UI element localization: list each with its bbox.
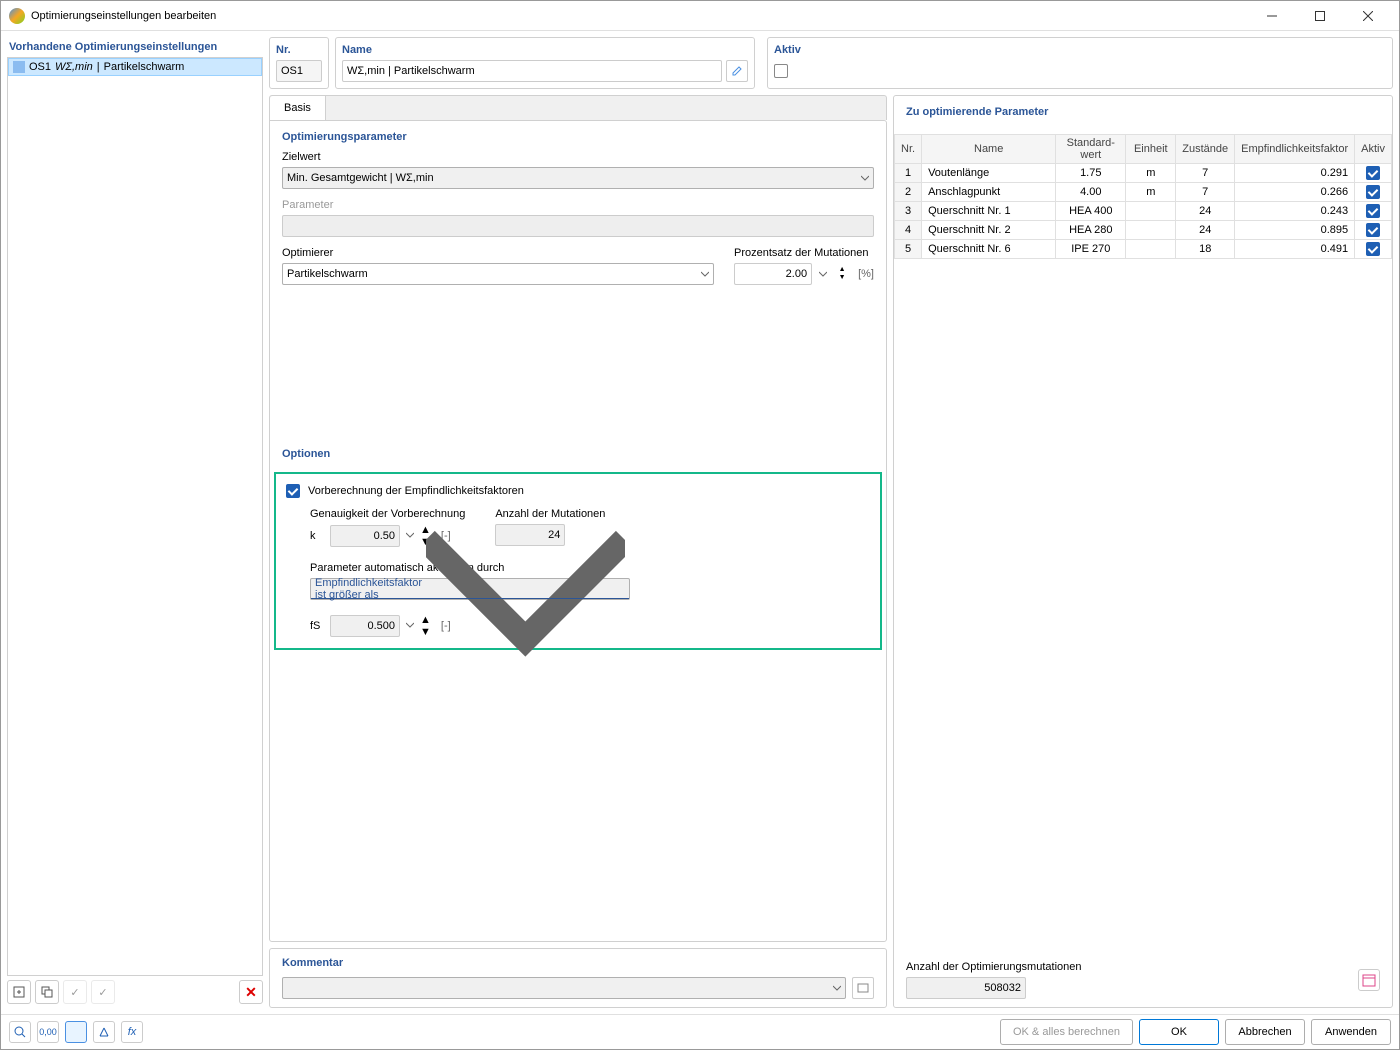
footer-toolbar: 0,00 fx OK & alles berechnen OK Abbreche… — [1, 1014, 1399, 1049]
structure-icon[interactable] — [93, 1021, 115, 1043]
dialog-window: Optimierungseinstellungen bearbeiten Vor… — [0, 0, 1400, 1050]
mutation-unit: [%] — [858, 268, 874, 280]
name-input[interactable]: WΣ,min | Partikelschwarm — [342, 60, 722, 82]
table-row[interactable]: 5Querschnitt Nr. 6IPE 270180.491 — [895, 240, 1392, 259]
aktiv-label: Aktiv — [774, 44, 1386, 56]
mutation-pct-label: Prozentsatz der Mutationen — [734, 247, 874, 259]
chevron-down-icon[interactable] — [816, 263, 830, 285]
k-label: k — [310, 530, 324, 542]
mutation-count-value: 508032 — [906, 977, 1026, 999]
table-row[interactable]: 4Querschnitt Nr. 2HEA 280240.895 — [895, 221, 1392, 240]
params-table-title: Zu optimierende Parameter — [894, 96, 1392, 118]
chevron-down-icon[interactable] — [406, 620, 414, 632]
new-button[interactable] — [7, 980, 31, 1004]
settings-tree[interactable]: OS1 WΣ,min | Partikelschwarm — [7, 58, 263, 976]
nr-label: Nr. — [276, 44, 322, 56]
minimize-button[interactable] — [1249, 1, 1295, 31]
tree-item-id: OS1 — [29, 61, 51, 73]
tree-item-symbol: WΣ,min — [55, 61, 93, 73]
cancel-button[interactable]: Abbrechen — [1225, 1019, 1305, 1045]
mutation-count-label: Anzahl der Optimierungsmutationen — [906, 961, 1081, 973]
mutation-pct-spinner[interactable]: 2.00 ▲▼ [%] — [734, 263, 874, 285]
ok-calc-button: OK & alles berechnen — [1000, 1019, 1133, 1045]
row-aktiv-checkbox[interactable] — [1366, 166, 1380, 180]
tree-item-sep: | — [97, 61, 100, 73]
table-row[interactable]: 1Voutenlänge1.75m70.291 — [895, 164, 1392, 183]
nr-group: Nr. OS1 — [269, 37, 329, 89]
zielwert-label: Zielwert — [282, 151, 874, 163]
tool-button-1: ✓ — [63, 980, 87, 1004]
delete-button[interactable]: ✕ — [239, 980, 263, 1004]
edit-name-button[interactable] — [726, 60, 748, 82]
copy-button[interactable] — [35, 980, 59, 1004]
tree-item-type: Partikelschwarm — [104, 61, 185, 73]
box-icon[interactable] — [65, 1021, 87, 1043]
precalc-checkbox[interactable] — [286, 484, 300, 498]
kommentar-edit-button[interactable] — [852, 977, 874, 999]
optimierer-label: Optimierer — [282, 247, 714, 259]
spin-down-icon[interactable]: ▼ — [834, 274, 850, 282]
row-aktiv-checkbox[interactable] — [1366, 242, 1380, 256]
window-title: Optimierungseinstellungen bearbeiten — [31, 10, 1249, 22]
app-icon — [9, 8, 25, 24]
maximize-button[interactable] — [1297, 1, 1343, 31]
opt-params-title: Optimierungsparameter — [282, 131, 874, 143]
params-table[interactable]: Nr. Name Standard- wert Einheit Zustände… — [894, 134, 1392, 259]
tree-item-os1[interactable]: OS1 WΣ,min | Partikelschwarm — [8, 58, 262, 76]
row-aktiv-checkbox[interactable] — [1366, 204, 1380, 218]
row-aktiv-checkbox[interactable] — [1366, 223, 1380, 237]
zielwert-select[interactable]: Min. Gesamtgewicht | WΣ,min — [282, 167, 874, 189]
tree-item-icon — [13, 61, 25, 73]
nr-input[interactable]: OS1 — [276, 60, 322, 82]
left-panel-header: Vorhandene Optimierungseinstellungen — [7, 37, 263, 58]
optimierer-select[interactable]: Partikelschwarm — [282, 263, 714, 285]
kommentar-select[interactable] — [282, 977, 846, 999]
table-row[interactable]: 3Querschnitt Nr. 1HEA 400240.243 — [895, 202, 1392, 221]
calendar-icon[interactable] — [1358, 969, 1380, 991]
aktiv-checkbox[interactable] — [774, 64, 788, 78]
row-aktiv-checkbox[interactable] — [1366, 185, 1380, 199]
close-button[interactable] — [1345, 1, 1391, 31]
table-row[interactable]: 2Anschlagpunkt4.00m70.266 — [895, 183, 1392, 202]
name-group: Name WΣ,min | Partikelschwarm — [335, 37, 755, 89]
kommentar-title: Kommentar — [282, 957, 874, 969]
chevron-down-icon[interactable] — [406, 530, 414, 542]
decimals-icon[interactable]: 0,00 — [37, 1021, 59, 1043]
search-icon[interactable] — [9, 1021, 31, 1043]
spin-up-icon[interactable]: ▲ — [834, 266, 850, 274]
name-label: Name — [342, 44, 748, 56]
parameter-label: Parameter — [282, 199, 874, 211]
fs-label: fS — [310, 620, 324, 632]
auto-activate-select[interactable]: Empfindlichkeitsfaktor ist größer als — [310, 578, 630, 600]
titlebar: Optimierungseinstellungen bearbeiten — [1, 1, 1399, 31]
aktiv-group: Aktiv — [767, 37, 1393, 89]
tab-basis[interactable]: Basis — [270, 96, 326, 120]
optionen-title: Optionen — [282, 448, 874, 460]
fx-icon[interactable]: fx — [121, 1021, 143, 1043]
apply-button[interactable]: Anwenden — [1311, 1019, 1391, 1045]
parameter-input — [282, 215, 874, 237]
options-highlight: Vorberechnung der Empfindlichkeitsfaktor… — [274, 472, 882, 650]
tool-button-2: ✓ — [91, 980, 115, 1004]
ok-button[interactable]: OK — [1139, 1019, 1219, 1045]
